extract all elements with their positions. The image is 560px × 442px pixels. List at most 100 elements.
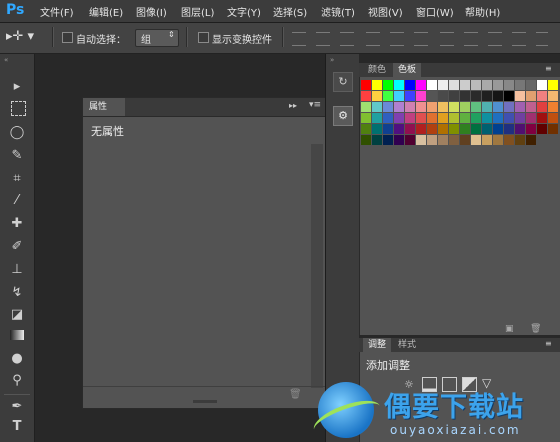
show-transform-checkbox[interactable]	[198, 32, 209, 43]
collapse-icon[interactable]: «	[4, 56, 30, 64]
swatch[interactable]	[383, 135, 393, 145]
swatch[interactable]	[515, 80, 525, 90]
tab-adjustments[interactable]: 调整	[363, 338, 392, 352]
menu-view[interactable]: 视图(V)	[368, 4, 403, 19]
swatch[interactable]	[460, 91, 470, 101]
swatch[interactable]	[361, 80, 371, 90]
swatch[interactable]	[383, 113, 393, 123]
swatch[interactable]	[493, 124, 503, 134]
properties-panel-icon[interactable]: ⚙	[333, 106, 353, 126]
swatch[interactable]	[361, 91, 371, 101]
swatch[interactable]	[493, 91, 503, 101]
menu-filter[interactable]: 滤镜(T)	[321, 4, 355, 19]
collapse-icon[interactable]: »	[330, 56, 334, 64]
swatch[interactable]	[493, 135, 503, 145]
tab-color[interactable]: 颜色	[363, 63, 391, 77]
menu-edit[interactable]: 编辑(E)	[89, 4, 123, 19]
swatch[interactable]	[438, 113, 448, 123]
swatch[interactable]	[405, 124, 415, 134]
pen-tool-icon[interactable]: ✒	[8, 398, 26, 416]
scrollbar-track[interactable]	[311, 144, 323, 388]
swatch[interactable]	[504, 102, 514, 112]
swatch[interactable]	[504, 113, 514, 123]
move-tool-icon[interactable]: ▸	[8, 78, 26, 96]
panel-menu-icon[interactable]: ≡	[545, 339, 552, 348]
swatch[interactable]	[438, 135, 448, 145]
swatch[interactable]	[515, 135, 525, 145]
swatch[interactable]	[449, 113, 459, 123]
menu-window[interactable]: 窗口(W)	[416, 4, 454, 19]
swatch[interactable]	[471, 91, 481, 101]
menu-help[interactable]: 帮助(H)	[465, 4, 500, 19]
menu-select[interactable]: 选择(S)	[273, 4, 307, 19]
swatch[interactable]	[427, 91, 437, 101]
swatch[interactable]	[361, 102, 371, 112]
swatch[interactable]	[482, 80, 492, 90]
swatch[interactable]	[383, 91, 393, 101]
swatch[interactable]	[438, 91, 448, 101]
swatch[interactable]	[372, 102, 382, 112]
tab-swatches[interactable]: 色板	[393, 63, 422, 77]
swatch[interactable]	[515, 91, 525, 101]
type-tool-icon[interactable]: T	[8, 418, 26, 436]
eraser-tool-icon[interactable]: ◪	[8, 306, 26, 324]
healing-brush-tool-icon[interactable]: ✚	[8, 215, 26, 233]
distribute-left-icon[interactable]	[512, 32, 526, 46]
menu-file[interactable]: 文件(F)	[40, 4, 74, 19]
swatch[interactable]	[526, 113, 536, 123]
swatch[interactable]	[416, 102, 426, 112]
swatch[interactable]	[460, 80, 470, 90]
swatch[interactable]	[361, 113, 371, 123]
swatch[interactable]	[537, 80, 547, 90]
swatch[interactable]	[537, 124, 547, 134]
trash-icon[interactable]: 🗑	[289, 389, 302, 400]
swatch[interactable]	[548, 80, 558, 90]
history-brush-tool-icon[interactable]: ↯	[8, 284, 26, 302]
menu-type[interactable]: 文字(Y)	[227, 4, 261, 19]
swatch[interactable]	[548, 124, 558, 134]
swatch[interactable]	[471, 80, 481, 90]
swatch[interactable]	[526, 124, 536, 134]
swatch[interactable]	[493, 102, 503, 112]
swatch[interactable]	[383, 80, 393, 90]
distribute-bottom-icon[interactable]	[488, 32, 502, 46]
swatch[interactable]	[416, 91, 426, 101]
swatch[interactable]	[537, 91, 547, 101]
align-left-icon[interactable]	[366, 32, 380, 46]
swatch[interactable]	[449, 91, 459, 101]
swatch[interactable]	[416, 135, 426, 145]
swatch[interactable]	[405, 135, 415, 145]
swatch[interactable]	[372, 80, 382, 90]
swatch[interactable]	[394, 124, 404, 134]
distribute-hcenter-icon[interactable]	[536, 32, 548, 46]
swatch[interactable]	[537, 102, 547, 112]
swatch[interactable]	[471, 124, 481, 134]
swatch[interactable]	[537, 113, 547, 123]
swatch[interactable]	[515, 124, 525, 134]
swatch[interactable]	[471, 102, 481, 112]
align-top-icon[interactable]	[292, 32, 306, 46]
swatch[interactable]	[482, 91, 492, 101]
resize-grip[interactable]	[193, 400, 217, 403]
panel-menu-icon[interactable]: ▾≡	[309, 100, 321, 110]
swatch[interactable]	[394, 80, 404, 90]
swatch[interactable]	[372, 113, 382, 123]
swatch[interactable]	[449, 124, 459, 134]
swatch[interactable]	[515, 113, 525, 123]
swatch[interactable]	[394, 102, 404, 112]
swatch[interactable]	[460, 102, 470, 112]
quick-select-tool-icon[interactable]: ✎	[8, 147, 26, 165]
swatch[interactable]	[493, 80, 503, 90]
swatch[interactable]	[361, 135, 371, 145]
swatch[interactable]	[427, 80, 437, 90]
new-swatch-icon[interactable]: ▣	[505, 324, 514, 334]
swatch[interactable]	[427, 124, 437, 134]
distribute-top-icon[interactable]	[440, 32, 454, 46]
swatch[interactable]	[460, 124, 470, 134]
align-right-icon[interactable]	[414, 32, 428, 46]
crop-tool-icon[interactable]: ⌗	[8, 170, 26, 188]
swatch[interactable]	[526, 135, 536, 145]
align-bottom-icon[interactable]	[340, 32, 354, 46]
swatch[interactable]	[548, 102, 558, 112]
swatch[interactable]	[427, 135, 437, 145]
